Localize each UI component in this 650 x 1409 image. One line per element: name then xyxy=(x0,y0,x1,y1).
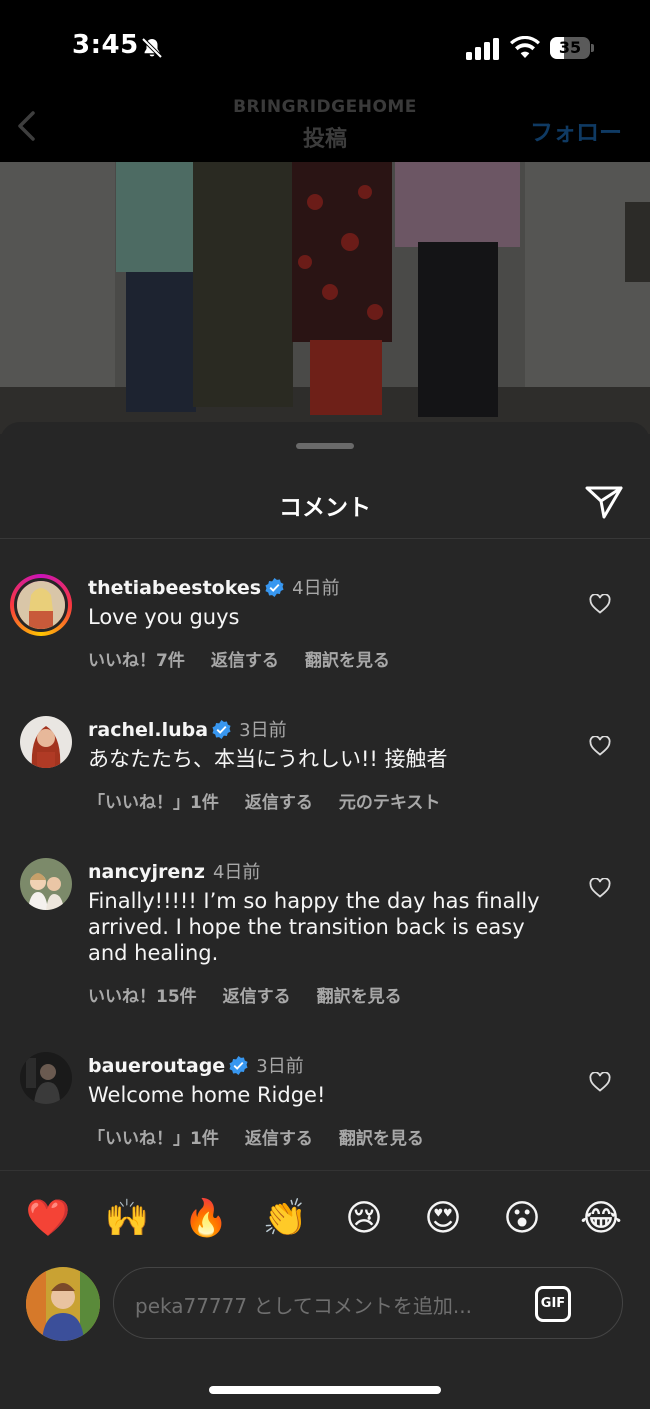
verified-icon xyxy=(229,1056,248,1075)
comment-username[interactable]: rachel.luba xyxy=(88,719,208,741)
comment-username[interactable]: nancyjrenz xyxy=(88,861,205,883)
translate-button[interactable]: 元のテキスト xyxy=(339,793,441,813)
signal-icon xyxy=(466,38,499,60)
comment-text: Welcome home Ridge! xyxy=(88,1083,326,1107)
heart-icon[interactable] xyxy=(589,878,611,898)
comment-time: 3日前 xyxy=(239,720,287,741)
gif-icon[interactable]: GIF xyxy=(535,1286,571,1322)
send-icon[interactable] xyxy=(584,484,624,520)
emoji-button[interactable]: ❤️ xyxy=(23,1194,73,1244)
follow-button[interactable]: フォロー xyxy=(530,113,622,147)
reply-button[interactable]: 返信する xyxy=(223,987,291,1007)
comment-text: Finally!!!!! I’m so happy the day has fi… xyxy=(88,889,540,965)
sheet-divider xyxy=(0,538,650,539)
verified-icon xyxy=(212,720,231,739)
sheet-drag-handle[interactable] xyxy=(296,443,354,449)
comment-input-placeholder: peka77777 としてコメントを追加... xyxy=(135,1294,472,1318)
heart-icon[interactable] xyxy=(589,736,611,756)
avatar[interactable] xyxy=(20,858,72,910)
status-time: 3:45 xyxy=(72,30,139,60)
composer-divider xyxy=(0,1170,650,1171)
comment-time: 3日前 xyxy=(256,1056,304,1077)
comment-time: 4日前 xyxy=(292,578,340,599)
translate-button[interactable]: 翻訳を見る xyxy=(317,987,402,1007)
emoji-button[interactable]: 😂 xyxy=(576,1194,626,1244)
comment-time: 4日前 xyxy=(212,862,261,883)
comments-sheet: コメント thetiabeestokes 4日前 Love you guys い… xyxy=(0,422,650,1409)
emoji-button[interactable]: 🙌 xyxy=(102,1194,152,1244)
sheet-title: コメント xyxy=(279,495,371,521)
battery-level: 35 xyxy=(558,38,582,57)
comment-likes[interactable]: いいね！7件 xyxy=(88,651,185,671)
heart-icon[interactable] xyxy=(589,1072,611,1092)
reply-button[interactable]: 返信する xyxy=(245,793,313,813)
emoji-reaction-bar: ❤️ 🙌 🔥 👏 😢 😍 😮 😂 xyxy=(0,1194,650,1244)
battery-icon: 35 xyxy=(550,37,594,59)
my-avatar xyxy=(26,1267,100,1341)
comment-input[interactable]: peka77777 としてコメントを追加... GIF xyxy=(113,1267,623,1339)
emoji-button[interactable]: 😢 xyxy=(339,1194,389,1244)
post-header: BRINGRIDGEHOME 投稿 フォロー xyxy=(0,95,650,162)
comment-text: Love you guys xyxy=(88,605,240,629)
comment-likes[interactable]: 「いいね！」1件 xyxy=(88,1129,219,1149)
emoji-button[interactable]: 🔥 xyxy=(181,1194,231,1244)
comment-likes[interactable]: 「いいね！」1件 xyxy=(88,793,219,813)
emoji-button[interactable]: 😍 xyxy=(418,1194,468,1244)
reply-button[interactable]: 返信する xyxy=(245,1129,313,1149)
comment-username[interactable]: thetiabeestokes xyxy=(88,577,261,599)
emoji-button[interactable]: 👏 xyxy=(260,1194,310,1244)
heart-icon[interactable] xyxy=(589,594,611,614)
post-photo xyxy=(0,162,650,434)
emoji-button[interactable]: 😮 xyxy=(497,1194,547,1244)
avatar[interactable] xyxy=(20,1052,72,1104)
comment-text: あなたたち、本当にうれしい!! 接触者 xyxy=(88,747,448,771)
translate-button[interactable]: 翻訳を見る xyxy=(339,1129,424,1149)
verified-icon xyxy=(265,578,284,597)
translate-button[interactable]: 翻訳を見る xyxy=(305,651,390,671)
avatar[interactable] xyxy=(10,574,72,636)
status-bar: 3:45 35 xyxy=(0,0,650,95)
bell-muted-icon xyxy=(141,37,163,59)
reply-button[interactable]: 返信する xyxy=(211,651,279,671)
avatar[interactable] xyxy=(20,716,72,768)
comment-likes[interactable]: いいね！15件 xyxy=(88,987,197,1007)
comment-username[interactable]: baueroutage xyxy=(88,1055,225,1077)
wifi-icon xyxy=(510,36,540,58)
home-indicator xyxy=(209,1386,441,1394)
